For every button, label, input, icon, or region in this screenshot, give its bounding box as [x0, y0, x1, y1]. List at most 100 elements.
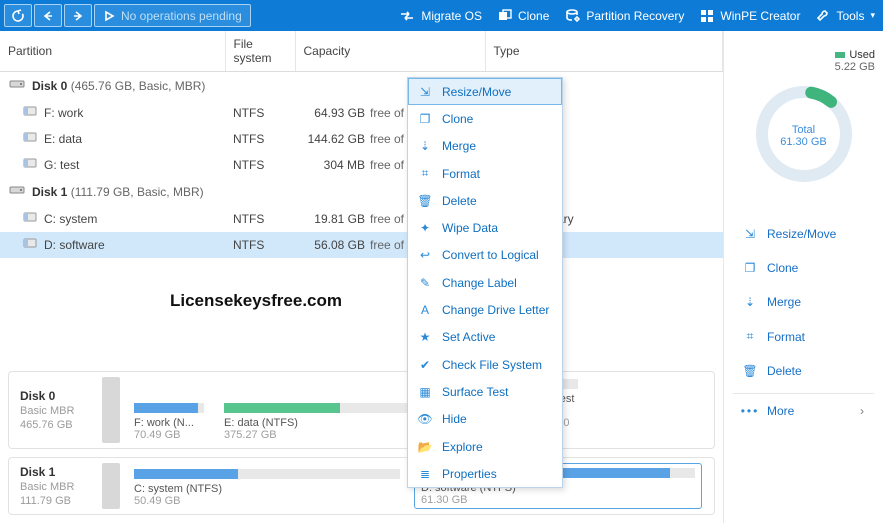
partition-row[interactable]: D: software NTFS 56.08 GBfree of61.3 — [0, 232, 723, 258]
context-item-change-label[interactable]: ✎Change Label — [408, 269, 562, 296]
action-resize-move[interactable]: ⇲Resize/Move — [732, 220, 875, 248]
partition-row[interactable]: G: test NTFS 304 MBfree of20.0 — [0, 152, 723, 178]
context-item-delete[interactable]: 🗑 Delete — [408, 187, 562, 214]
migrate-os-link[interactable]: Migrate OS — [399, 9, 482, 23]
partition-icon — [22, 211, 38, 223]
partition-label: E: data — [44, 132, 82, 146]
col-fs[interactable]: File system — [225, 31, 295, 72]
disk-name: Disk 0 — [32, 79, 67, 93]
context-item-change-drive-letter[interactable]: AChange Drive Letter — [408, 296, 562, 323]
context-item-label: Delete — [442, 194, 477, 208]
more-icon: ••• — [743, 404, 757, 418]
partition-segment[interactable]: C: system (NTFS) 50.49 GB — [128, 463, 406, 509]
partition-used: 144.62 GB — [303, 132, 365, 146]
action-label: Merge — [767, 295, 801, 309]
context-item-resize-move[interactable]: ⇲Resize/Move — [408, 78, 562, 105]
segment-name: C: system (NTFS) — [134, 483, 400, 495]
legend-used-swatch — [835, 52, 845, 58]
context-item-format[interactable]: ⌗Format — [408, 160, 562, 187]
undo-button[interactable] — [34, 4, 62, 27]
action-icon: ⇲ — [743, 227, 757, 241]
col-type[interactable]: Type — [485, 31, 723, 72]
freeof-text: free of — [365, 158, 409, 172]
context-item-explore[interactable]: 📂Explore — [408, 433, 562, 460]
action-merge[interactable]: ⇣ Merge — [732, 288, 875, 316]
context-item-icon: 👁 — [418, 412, 432, 426]
partition-segment[interactable]: F: work (N... 70.49 GB — [128, 377, 210, 443]
winpe-creator-link[interactable]: WinPE Creator — [700, 9, 800, 23]
action-delete[interactable]: 🗑Delete — [732, 357, 875, 385]
segment-name: F: work (N... — [134, 417, 204, 429]
context-item-set-active[interactable]: ★Set Active — [408, 324, 562, 351]
donut-total-label: Total — [792, 124, 815, 136]
context-item-label: Check File System — [442, 358, 542, 372]
context-item-hide[interactable]: 👁Hide — [408, 406, 562, 433]
partition-label: F: work — [44, 106, 83, 120]
action-label: Clone — [767, 261, 798, 275]
partition-row[interactable]: F: work NTFS 64.93 GBfree of70.4 — [0, 100, 723, 126]
partition-label: C: system — [44, 212, 97, 226]
side-panel: Used 5.22 GB Total 61.30 GB ⇲Resize/Move… — [723, 31, 883, 523]
context-item-surface-test[interactable]: ▦Surface Test — [408, 378, 562, 405]
partition-label: D: software — [44, 238, 105, 252]
clone-link[interactable]: Clone — [498, 9, 549, 23]
context-item-convert-to-logical[interactable]: ↩Convert to Logical — [408, 242, 562, 269]
context-item-icon: 🗑 — [418, 194, 432, 208]
action-icon: ❐ — [743, 261, 757, 275]
context-item-label: Surface Test — [442, 385, 508, 399]
disk-bar-sub1: Basic MBR — [20, 405, 88, 417]
tools-link[interactable]: Tools ▾ — [816, 9, 875, 23]
disk-thumb-icon — [102, 463, 120, 509]
app-toolbar: No operations pending Migrate OS Clone P… — [0, 0, 883, 31]
redo-button[interactable] — [64, 4, 92, 27]
reload-button[interactable] — [4, 4, 32, 27]
action-icon: 🗑 — [743, 364, 757, 378]
partition-fs: NTFS — [225, 206, 295, 232]
partition-fs: NTFS — [225, 126, 295, 152]
segment-size: 50.49 GB — [134, 495, 400, 507]
context-item-icon: ⌗ — [418, 166, 432, 181]
freeof-text: free of — [365, 106, 409, 120]
disk-bar-sub1: Basic MBR — [20, 481, 88, 493]
partition-fs: NTFS — [225, 152, 295, 178]
disk-row[interactable]: Disk 1 (111.79 GB, Basic, MBR) — [0, 178, 723, 206]
action-clone[interactable]: ❐ Clone — [732, 254, 875, 282]
context-item-icon: ❐ — [418, 112, 432, 126]
col-partition[interactable]: Partition — [0, 31, 225, 72]
context-item-icon: ↩ — [418, 248, 432, 262]
disk-meta: (111.79 GB, Basic, MBR) — [71, 185, 204, 199]
disk-meta: (465.76 GB, Basic, MBR) — [71, 79, 206, 93]
action-icon: ⇣ — [743, 295, 757, 309]
action-format[interactable]: ⌗Format — [732, 322, 875, 351]
context-item-clone[interactable]: ❐Clone — [408, 105, 562, 132]
partition-recovery-link[interactable]: Partition Recovery — [565, 9, 684, 23]
col-capacity[interactable]: Capacity — [295, 31, 485, 72]
disk-bar-name: Disk 0 — [20, 389, 88, 403]
disk-icon — [8, 78, 26, 90]
operations-status-text: No operations pending — [121, 9, 242, 23]
legend-used-label: Used — [849, 49, 875, 61]
partition-icon — [22, 237, 38, 249]
segment-size: 61.30 GB — [421, 494, 695, 506]
context-item-properties[interactable]: ≣Properties — [408, 460, 562, 487]
disk-bar[interactable]: Disk 0 Basic MBR 465.76 GB F: work (N... 7… — [8, 371, 715, 449]
disk-bar-sub2: 465.76 GB — [20, 419, 88, 431]
clone-label: Clone — [518, 9, 549, 23]
legend-used-value: 5.22 GB — [835, 61, 875, 73]
partition-row[interactable]: E: data NTFS 144.62 GBfree of375. — [0, 126, 723, 152]
context-item-check-file-system[interactable]: ✔Check File System — [408, 351, 562, 378]
disk-row[interactable]: Disk 0 (465.76 GB, Basic, MBR) — [0, 72, 723, 100]
donut-total-value: 61.30 GB — [780, 136, 826, 148]
freeof-text: free of — [365, 212, 409, 226]
partition-icon — [22, 157, 38, 169]
context-item-merge[interactable]: ⇣Merge — [408, 133, 562, 160]
context-item-label: Change Label — [442, 276, 517, 290]
migrate-os-label: Migrate OS — [421, 9, 482, 23]
partition-row[interactable]: C: system NTFS 19.81 GBfree of50.4 Activ… — [0, 206, 723, 232]
action-more[interactable]: •••More› — [732, 393, 875, 425]
partition-fs: NTFS — [225, 232, 295, 258]
context-item-wipe-data[interactable]: ✦Wipe Data — [408, 214, 562, 241]
disk-bar[interactable]: Disk 1Basic MBR111.79 GB C: system (NTFS… — [8, 457, 715, 515]
context-item-label: Change Drive Letter — [442, 303, 549, 317]
context-item-icon: ★ — [418, 330, 432, 344]
